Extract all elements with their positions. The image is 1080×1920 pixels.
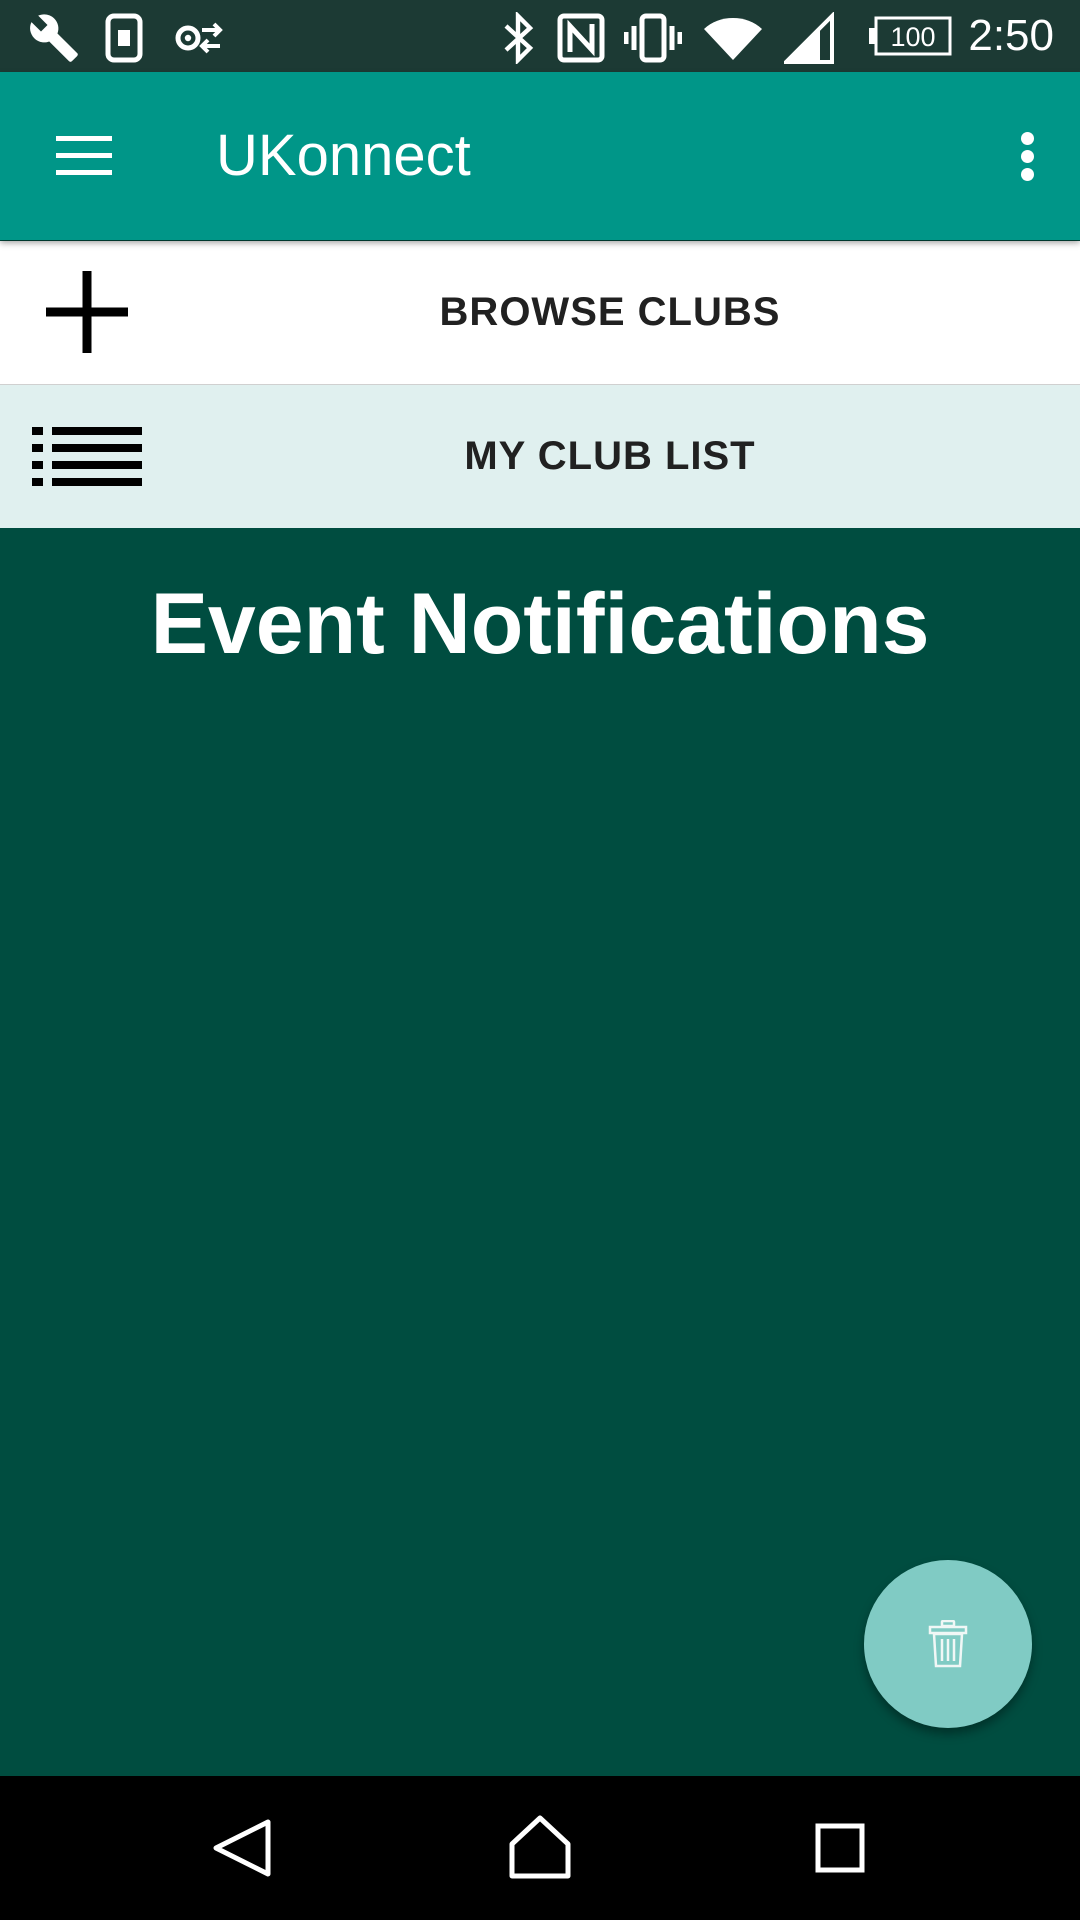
sim-toolkit-icon: [104, 12, 144, 69]
more-vert-icon[interactable]: [996, 116, 1060, 196]
status-bar: 100 2:50: [0, 0, 1080, 72]
my-club-list-label: MY CLUB LIST: [464, 434, 756, 478]
hamburger-menu-icon[interactable]: [40, 116, 128, 196]
status-clock: 2:50: [968, 11, 1054, 60]
app-bar: UKonnect: [0, 72, 1080, 240]
settings-sync-icon: [172, 18, 224, 63]
home-icon[interactable]: [504, 1812, 576, 1884]
vibrate-icon: [623, 12, 683, 69]
page-title: Event Notifications: [150, 576, 930, 672]
nfc-icon: [556, 12, 606, 69]
back-icon[interactable]: [206, 1812, 278, 1884]
browse-clubs-button[interactable]: BROWSE CLUBS: [0, 241, 1080, 384]
browse-clubs-label: BROWSE CLUBS: [439, 290, 781, 334]
wifi-icon: [702, 12, 764, 69]
battery-level: 100: [890, 22, 935, 52]
recents-icon[interactable]: [804, 1812, 876, 1884]
trash-icon: [928, 1619, 968, 1673]
delete-fab-button[interactable]: [864, 1560, 1032, 1728]
battery-icon: 100: [868, 16, 952, 61]
list-icon: [32, 425, 142, 494]
app-title: UKonnect: [216, 123, 471, 188]
plus-icon: [44, 269, 130, 360]
cell-signal-icon: [781, 11, 834, 69]
bluetooth-icon: [500, 10, 536, 69]
wrench-icon: [28, 12, 80, 69]
system-nav-bar: [0, 1776, 1080, 1920]
my-club-list-button[interactable]: MY CLUB LIST: [0, 384, 1080, 528]
